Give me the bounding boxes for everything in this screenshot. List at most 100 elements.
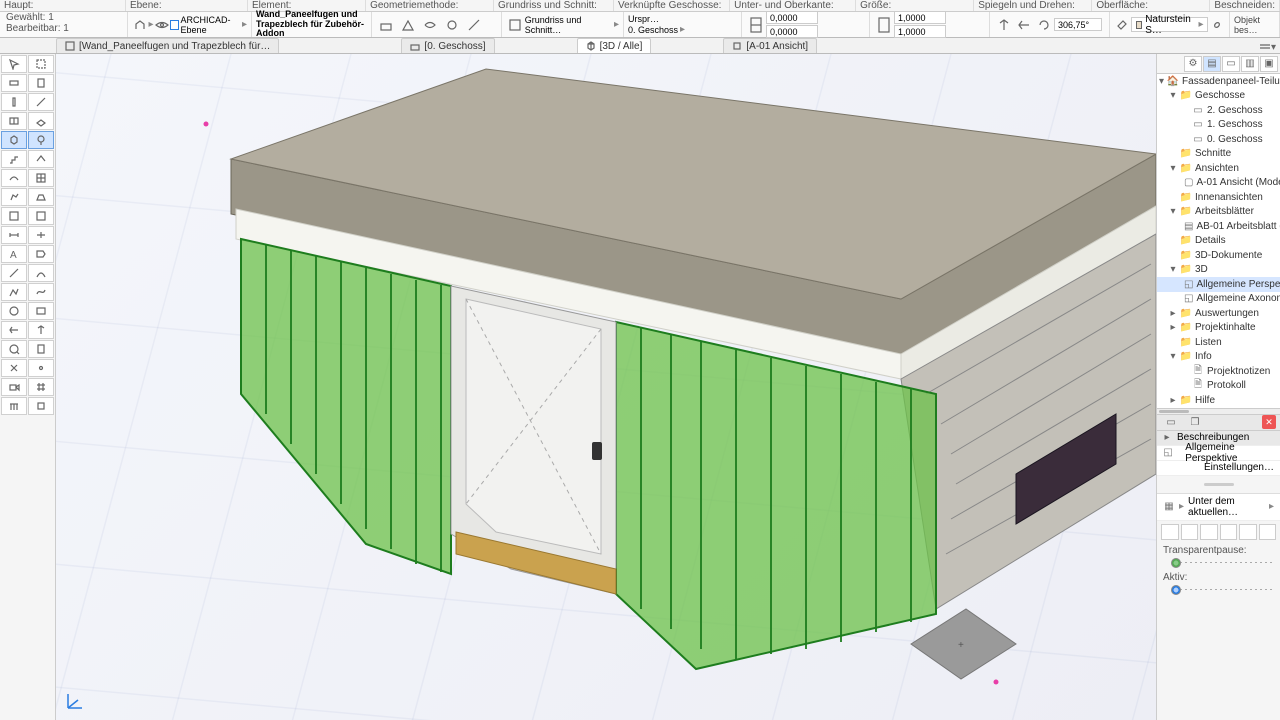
nav-item[interactable]: ▸📁Hilfe [1157,393,1280,408]
nav-item[interactable]: 📁Innenansichten [1157,190,1280,205]
text-tool[interactable]: A [1,245,27,263]
nav-item[interactable]: 📁3D-Dokumente [1157,248,1280,263]
nav-item[interactable]: ▾📁Arbeitsblätter [1157,205,1280,220]
lower-bound-input[interactable] [766,11,818,24]
desc-btn-3[interactable] [1200,524,1218,540]
nav-item[interactable]: ▸📁Projektinhalte [1157,321,1280,336]
panel-expand-icon[interactable]: ▭ [1162,413,1180,431]
opening-tool[interactable] [28,397,54,415]
paint-icon[interactable] [1115,16,1130,34]
nav-mode-view-icon[interactable]: ▭ [1222,56,1240,72]
size-a-input[interactable] [894,11,946,24]
nav-item[interactable]: ▾📁Info [1157,350,1280,365]
change-tool[interactable] [1,359,27,377]
nav-item[interactable]: ▾📁3D [1157,263,1280,278]
dimension-tool[interactable] [1,226,27,244]
column-tool[interactable] [1,93,27,111]
3d-viewport[interactable]: + [56,54,1156,720]
panel-dup-icon[interactable]: ❐ [1186,413,1204,431]
nav-mode-publisher-icon[interactable]: ▣ [1260,56,1278,72]
navigator-tree[interactable]: ▾🏠 Fassadenpaneel-Teilungen ▾📁Geschosse▭… [1157,74,1280,408]
nav-item[interactable]: 📁Schnitte [1157,147,1280,162]
door-tool[interactable] [28,74,54,92]
shell-tool[interactable] [1,169,27,187]
desc-btn-4[interactable] [1220,524,1238,540]
spline-tool[interactable] [28,283,54,301]
arrow-tool[interactable] [1,55,27,73]
wall-tool[interactable] [1,74,27,92]
eye-icon[interactable] [155,16,170,34]
nav-item[interactable]: 🗎Protokoll [1157,379,1280,394]
elevation-tool[interactable] [28,321,54,339]
nav-item[interactable]: ▭0. Geschoss [1157,132,1280,147]
size-b-input[interactable] [894,25,946,38]
nav-item[interactable]: ▢A-01 Ansicht (Modell… [1157,176,1280,191]
drawing-tool[interactable] [28,302,54,320]
nav-item[interactable]: ▸📁Auswertungen [1157,306,1280,321]
railing-tool[interactable] [1,397,27,415]
nav-mode-project-icon[interactable]: ▤ [1203,56,1221,72]
geom-method-5-icon[interactable] [465,16,483,34]
arc-tool[interactable] [28,264,54,282]
zone-tool[interactable] [1,207,27,225]
circle-tool[interactable] [1,302,27,320]
rotate-icon[interactable] [1035,16,1053,34]
drag-handle-icon[interactable] [1204,483,1234,486]
worksheet-tool[interactable] [28,340,54,358]
nav-item[interactable]: 📁Listen [1157,335,1280,350]
nav-mode-settings-icon[interactable]: ⚙ [1184,56,1202,72]
grid-tool[interactable] [28,378,54,396]
morph-tool[interactable] [1,188,27,206]
layer-option-label[interactable]: Unter dem aktuellen… [1188,496,1265,518]
window-tool[interactable] [1,112,27,130]
level-tool[interactable] [28,226,54,244]
hotspot-tool[interactable] [28,359,54,377]
active-slider[interactable] [1163,585,1274,595]
floorplan-label[interactable]: Grundriss und Schnitt… [525,15,614,35]
nav-item[interactable]: ▭1. Geschoss [1157,118,1280,133]
slab-tool[interactable] [28,112,54,130]
curtain-tool[interactable] [28,169,54,187]
geom-method-4-icon[interactable] [443,16,461,34]
marquee-tool[interactable] [28,55,54,73]
nav-item[interactable]: ◱Allgemeine Axonomet… [1157,292,1280,307]
floorplan-icon[interactable] [507,16,524,34]
layers-icon[interactable]: ▦ [1163,501,1175,513]
nav-item[interactable]: ▾📁Geschosse [1157,89,1280,104]
geom-method-1-icon[interactable] [377,16,395,34]
layer-name[interactable]: ARCHICAD-Ebene [181,15,242,35]
transparency-slider[interactable] [1163,558,1274,568]
nav-item[interactable]: ▤AB-01 Arbeitsblatt (U… [1157,219,1280,234]
nav-item[interactable]: 🗎Projektnotizen [1157,364,1280,379]
geom-method-2-icon[interactable] [399,16,417,34]
desc-btn-6[interactable] [1259,524,1277,540]
desc-btn-1[interactable] [1161,524,1179,540]
settings-link[interactable]: Einstellungen… [1204,462,1274,473]
panel-close-button[interactable]: ✕ [1262,415,1276,429]
roof-tool[interactable] [28,150,54,168]
stair-tool[interactable] [1,150,27,168]
upper-bound-input[interactable] [766,25,818,38]
camera-tool[interactable] [1,378,27,396]
tab-view[interactable]: [A-01 Ansicht] [723,38,817,53]
geom-method-3-icon[interactable] [421,16,439,34]
tab-3d[interactable]: [3D / Alle] [577,38,652,53]
story-label[interactable]: 0. Geschoss [628,25,678,35]
detail-tool[interactable] [1,340,27,358]
label-tool[interactable] [28,245,54,263]
mirror-v-icon[interactable] [1015,16,1033,34]
nav-item[interactable]: ▭2. Geschoss [1157,103,1280,118]
nav-root[interactable]: ▾🏠 Fassadenpaneel-Teilungen [1157,74,1280,89]
fill-tool[interactable] [28,207,54,225]
nav-mode-layout-icon[interactable]: ▥ [1241,56,1259,72]
mirror-h-icon[interactable] [995,16,1013,34]
nav-item[interactable]: ◱Allgemeine Perspek… [1157,277,1280,292]
nav-scrollbar[interactable] [1157,408,1280,414]
section-tool[interactable] [1,321,27,339]
polyline-tool[interactable] [1,283,27,301]
lamp-tool[interactable] [28,131,54,149]
desc-btn-5[interactable] [1239,524,1257,540]
line-tool[interactable] [1,264,27,282]
rotation-input[interactable] [1054,18,1102,31]
link-icon[interactable] [1209,16,1224,34]
